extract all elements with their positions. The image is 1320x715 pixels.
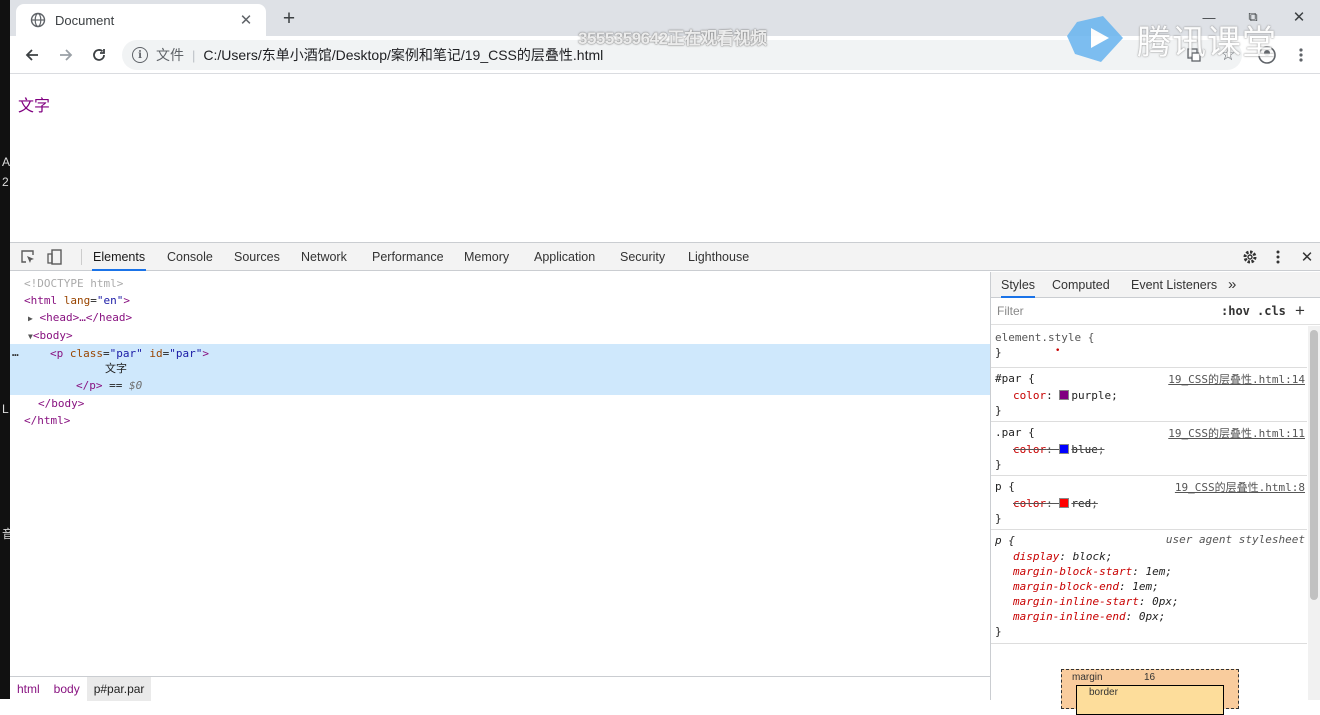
address-separator: | [192,47,196,63]
box-margin-label: margin [1072,672,1103,683]
tab-computed[interactable]: Computed [1052,272,1110,298]
forward-arrow-icon [60,49,73,61]
html-close-node: </html> [24,414,71,427]
desktop-edge-strip: A2L音 [0,0,10,699]
tab-lighthouse[interactable]: Lighthouse [687,243,750,271]
body-close-node: </body> [38,397,85,410]
html-node[interactable]: <html lang="en"> [24,293,130,308]
window-close-button[interactable]: ✕ [1284,6,1314,28]
box-model-diagram: margin 16 border [1061,669,1239,715]
inspect-element-icon[interactable] [18,247,38,267]
tab-close-icon[interactable]: ✕ [236,10,256,30]
page-paragraph: 文字 [18,98,51,115]
rule-user-agent-p[interactable]: p { user agent stylesheet display: block… [991,530,1307,644]
devtools-tabbar: Elements Console Sources Network Perform… [10,243,1320,271]
color-swatch[interactable] [1059,444,1070,454]
tab-styles[interactable]: Styles [1001,272,1036,298]
body-node[interactable]: ▼<body> [28,328,73,344]
breadcrumb-html[interactable]: html [10,677,47,701]
reload-button[interactable] [85,41,113,69]
tab-application[interactable]: Application [533,243,596,271]
tab-console[interactable]: Console [166,243,214,271]
p-close-node: </p> == $0 [76,379,143,392]
head-node[interactable]: ▶ <head>…</head> [28,310,132,326]
site-info-icon[interactable]: i [132,47,148,63]
elements-tree: <!DOCTYPE html> <html lang="en"> ▶ <head… [10,272,990,676]
doctype-node[interactable]: <!DOCTYPE html> [24,276,123,291]
tab-security[interactable]: Security [619,243,666,271]
rule-element-style[interactable]: element.style { } • [991,326,1307,368]
rule-tag-p[interactable]: p { 19_CSS的层叠性.html:8 color: red; } [991,476,1307,530]
node-actions-ellipsis[interactable]: … [12,345,19,360]
breadcrumb-body[interactable]: body [47,677,87,701]
play-logo-icon [1067,16,1123,62]
p-node[interactable]: <p class="par" id="par"> [50,346,209,361]
brand-name: 腾讯课堂 [1137,23,1277,62]
rule-class-par[interactable]: .par { 19_CSS的层叠性.html:11 color: blue; } [991,422,1307,476]
file-scheme-label: 文件 [156,47,184,63]
rule-id-par[interactable]: #par { 19_CSS的层叠性.html:14 color: purple;… [991,368,1307,422]
styles-filter-bar: Filter :hov .cls + [991,299,1320,325]
tab-elements[interactable]: Elements [92,243,147,271]
devtools-close-icon[interactable]: ✕ [1297,247,1317,267]
user-agent-label: user agent stylesheet [1165,533,1305,546]
class-toggle[interactable]: .cls [1257,304,1286,318]
tab-network[interactable]: Network [300,243,348,271]
cursor-dot-icon: • [1055,346,1061,356]
styles-scrollbar[interactable] [1308,326,1320,700]
p-text-node[interactable]: 文字 [105,362,127,377]
styles-tabbar: Styles Computed Event Listeners » [991,272,1320,298]
box-border: border [1076,685,1224,715]
settings-gear-icon[interactable] [1240,247,1260,267]
hover-state-toggle[interactable]: :hov [1221,304,1250,318]
viewer-watermark: 3555359642正在观看视频 [578,29,767,48]
device-toolbar-icon[interactable] [45,247,65,267]
more-tabs-icon[interactable]: » [1228,272,1236,298]
back-arrow-icon [25,49,38,61]
brand-watermark: 腾讯课堂 [1067,14,1277,64]
box-border-label: border [1089,687,1118,698]
rule-source-link[interactable]: 19_CSS的层叠性.html:11 [1168,425,1305,441]
styles-filter-input[interactable]: Filter [997,304,1024,318]
browser-window: Document ✕ + — ⧉ ✕ i 文件 | C:/Users/东单小酒馆… [10,0,1320,715]
breadcrumb-p[interactable]: p#par.par [86,676,152,701]
new-rule-button[interactable]: + [1295,301,1305,321]
tab-event-listeners[interactable]: Event Listeners [1131,272,1217,298]
new-tab-button[interactable]: + [276,6,302,32]
box-margin-value[interactable]: 16 [1144,672,1155,683]
back-button[interactable] [18,41,46,69]
color-swatch[interactable] [1059,498,1070,508]
globe-icon [30,12,46,28]
tab-sources[interactable]: Sources [233,243,281,271]
url-text[interactable]: C:/Users/东单小酒馆/Desktop/案例和笔记/19_CSS的层叠性.… [203,45,603,65]
scrollbar-thumb[interactable] [1310,330,1318,600]
expand-triangle-icon[interactable]: ▶ [28,314,33,323]
tab-title: Document [55,12,115,28]
color-swatch[interactable] [1059,390,1070,400]
tab-divider [81,249,82,265]
tab-performance[interactable]: Performance [371,243,445,271]
devtools-menu-icon[interactable] [1268,247,1288,267]
breadcrumb: html body p#par.par [10,676,990,701]
reload-icon [93,49,105,61]
rule-source-link[interactable]: 19_CSS的层叠性.html:14 [1168,371,1305,387]
devtools-panel: Elements Console Sources Network Perform… [10,242,1320,715]
page-viewport: 文字 [10,75,1320,242]
forward-button[interactable] [52,41,80,69]
rule-source-link[interactable]: 19_CSS的层叠性.html:8 [1175,479,1305,495]
styles-pane: Styles Computed Event Listeners » Filter… [990,272,1320,715]
browser-tab[interactable]: Document ✕ [16,4,266,36]
tab-memory[interactable]: Memory [463,243,510,271]
browser-menu-icon[interactable] [1289,43,1313,67]
